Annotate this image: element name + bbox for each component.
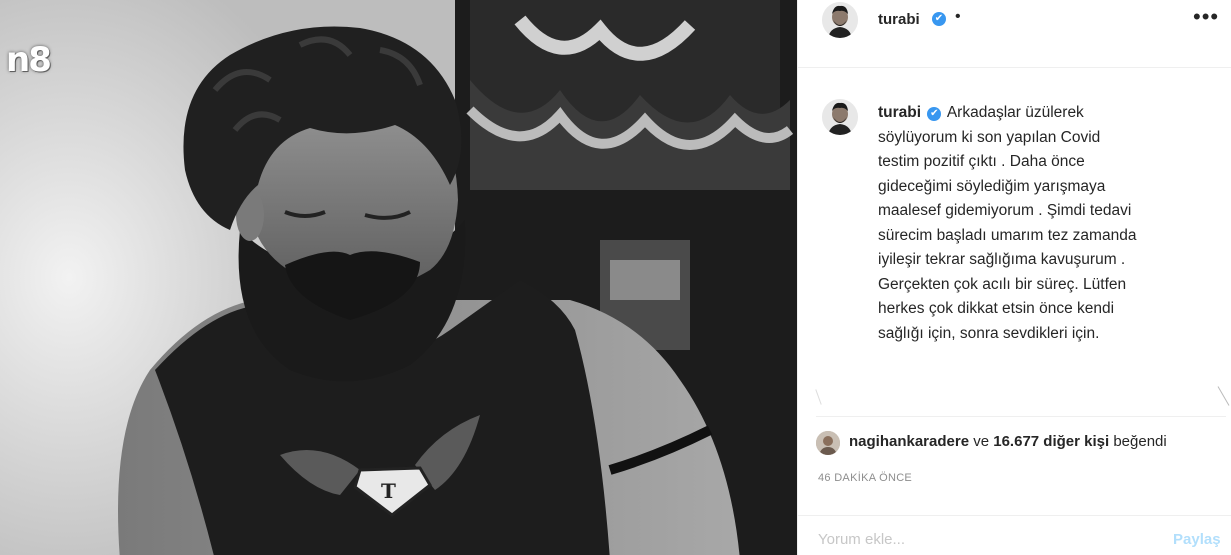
post-photo: T n8 (0, 0, 797, 555)
likes-count[interactable]: 16.677 diğer kişi (993, 433, 1109, 450)
caption-line: sağlığı için, sonra sevdikleri için. (878, 324, 1100, 342)
svg-text:T: T (381, 479, 396, 503)
comment-input[interactable] (818, 526, 1148, 552)
post-comment-button[interactable]: Paylaş (1173, 531, 1221, 548)
channel-logo: n8 (6, 40, 52, 80)
likes-text: nagihankaradere ve 16.677 diğer kişi beğ… (849, 433, 1167, 450)
author-username[interactable]: turabi (878, 11, 920, 28)
caption-line: herkes çok dikkat etsin önce kendi (878, 300, 1115, 317)
likes-summary[interactable]: nagihankaradere ve 16.677 diğer kişi beğ… (816, 428, 1226, 458)
caption-line: söylüyorum ki son yapılan Covid (878, 128, 1101, 146)
caption-line: maalesef gidemiyorum . Şimdi tedavi (878, 202, 1132, 219)
caption-line: gideceğimi söylediğim yarışmaya (878, 177, 1106, 195)
post-sidebar: turabi ✔ • ••• turabi ✔ Arkadaşlar üzüle… (797, 0, 1231, 555)
header-separator: • (955, 8, 961, 25)
caption-username[interactable]: turabi (878, 104, 921, 121)
comment-bar: Paylaş (798, 515, 1231, 555)
action-bar (815, 383, 1230, 417)
caption-line: Arkadaşlar üzülerek (946, 104, 1084, 121)
post-timestamp[interactable]: 46 DAKİKA ÖNCE (818, 472, 912, 484)
photo-artwork: T (0, 0, 797, 555)
caption-line: testim pozitif çıktı . Daha önce (878, 153, 1085, 170)
author-avatar[interactable] (822, 2, 858, 38)
more-options-icon[interactable]: ••• (1193, 4, 1219, 30)
post-header: turabi ✔ • ••• (798, 0, 1231, 68)
caption-author-avatar[interactable] (822, 99, 858, 135)
action-bar-edge (1217, 386, 1230, 406)
caption-line: sürecim başladı umarım tez zamanda (878, 226, 1137, 244)
liker-username[interactable]: nagihankaradere (849, 433, 969, 450)
post-caption: turabi ✔ Arkadaşlar üzülerek söylüyorum … (878, 101, 1198, 346)
likes-suffix: beğendi (1109, 433, 1167, 450)
caption-verified-badge-icon: ✔ (927, 107, 942, 121)
likes-connector: ve (969, 433, 994, 450)
liker-avatar[interactable] (816, 431, 840, 455)
verified-badge-icon: ✔ (932, 12, 946, 26)
caption-line: Gerçekten çok acılı bir süreç. Lütfen (878, 275, 1127, 293)
caption-line: iyileşir tekrar sağlığıma kavuşurum . (878, 251, 1126, 268)
action-bar-edge (815, 389, 822, 405)
